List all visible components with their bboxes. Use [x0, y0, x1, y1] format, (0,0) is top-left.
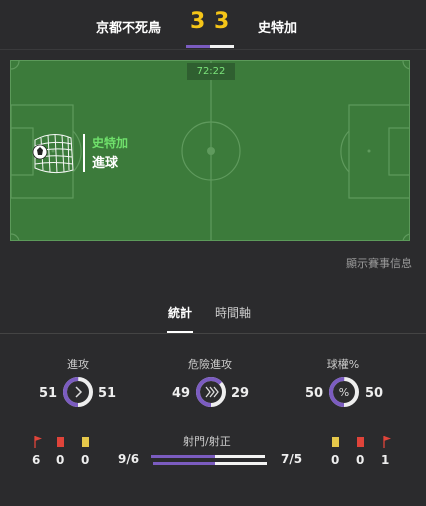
match-timer: 72:22 — [187, 63, 235, 80]
away-yellow-cards: 0 — [331, 453, 340, 467]
away-corners: 1 — [381, 453, 390, 467]
tab-timeline[interactable]: 時間軸 — [215, 304, 251, 321]
possession-label: 球權% — [326, 358, 360, 371]
tab-stats[interactable]: 統計 — [168, 304, 192, 321]
red-card-icon — [357, 437, 364, 447]
match-header: 京都不死鳥 3 3 史特加 — [0, 0, 426, 50]
attack-label: 進攻 — [67, 358, 89, 371]
show-match-info-link[interactable]: 顯示賽事信息 — [346, 255, 412, 271]
home-score-indicator — [186, 45, 210, 48]
dangerous-attack-away-value: 29 — [231, 386, 250, 401]
possession-away-value: 50 — [365, 386, 384, 401]
event-type: 進球 — [92, 156, 119, 171]
away-red-cards: 0 — [356, 453, 365, 467]
yellow-card-icon — [82, 437, 89, 447]
home-corners: 6 — [32, 453, 41, 467]
away-on-target-bar — [215, 462, 267, 465]
possession-ring: % — [329, 377, 359, 407]
corner-flag-icon — [383, 436, 391, 448]
home-score: 3 — [190, 9, 206, 34]
home-shots-value: 9/6 — [118, 452, 140, 466]
home-shots-bar — [150, 455, 215, 458]
chevron-right-icon — [75, 386, 83, 398]
triple-chevron-icon — [205, 386, 219, 398]
possession-home-value: 50 — [305, 386, 324, 401]
attack-away-value: 51 — [98, 386, 117, 401]
shots-label: 射門/射正 — [183, 435, 231, 448]
home-red-cards: 0 — [56, 453, 65, 467]
dangerous-attack-home-value: 49 — [172, 386, 191, 401]
red-card-icon — [57, 437, 64, 447]
away-shots-value: 7/5 — [281, 452, 303, 466]
corner-flag-icon — [34, 436, 42, 448]
event-divider — [83, 134, 85, 172]
home-on-target-bar — [152, 462, 215, 465]
yellow-card-icon — [332, 437, 339, 447]
away-score-indicator — [210, 45, 234, 48]
tabs-divider — [0, 333, 426, 334]
dangerous-attack-label: 危險進攻 — [188, 358, 232, 371]
percent-icon: % — [339, 386, 349, 399]
live-pitch[interactable]: 72:22 史特加 進球 — [10, 60, 410, 241]
home-team-name[interactable]: 京都不死鳥 — [96, 17, 161, 36]
attack-ring — [63, 377, 93, 407]
dangerous-attack-ring — [196, 377, 226, 407]
away-shots-bar — [215, 455, 265, 458]
home-yellow-cards: 0 — [81, 453, 90, 467]
away-team-name[interactable]: 史特加 — [258, 17, 297, 36]
attack-home-value: 51 — [39, 386, 58, 401]
goal-net-icon — [32, 133, 74, 174]
away-score: 3 — [214, 9, 230, 34]
event-team: 史特加 — [92, 136, 129, 150]
